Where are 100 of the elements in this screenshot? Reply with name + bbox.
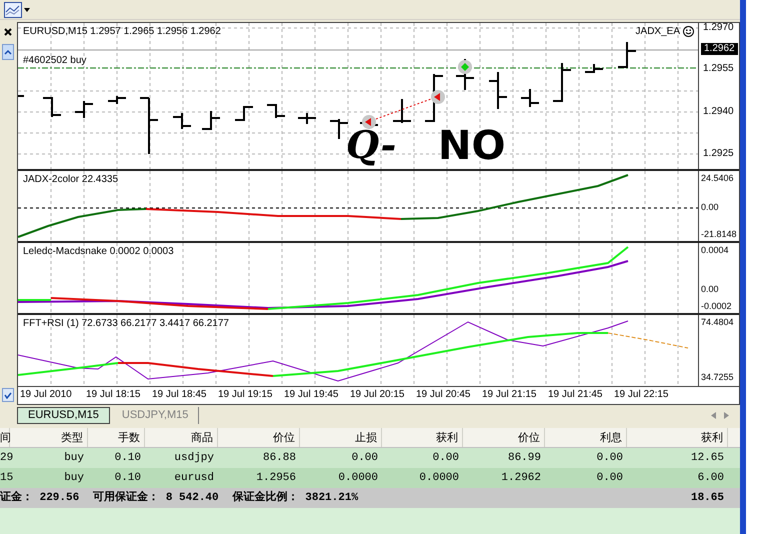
column-header[interactable]: 止损 bbox=[300, 428, 382, 447]
table-cell-text: 29 bbox=[0, 451, 10, 466]
table-cell-text: 15 bbox=[0, 471, 10, 486]
table-cell-text: 1.2962 bbox=[500, 471, 542, 486]
order-row[interactable]: 15 buy 0.10 eurusd 1.2956 0.0000 0.0000 1.2962 0.00 6.00 bbox=[0, 468, 740, 488]
price-label: 1.2925 bbox=[703, 149, 734, 159]
price-bar bbox=[553, 63, 571, 102]
price-bar bbox=[425, 74, 443, 122]
price-bar bbox=[456, 59, 474, 90]
expert-name: JADX_EA bbox=[636, 26, 680, 36]
column-header[interactable]: 商品 bbox=[145, 428, 218, 447]
smiley-icon bbox=[683, 26, 694, 37]
price-bar bbox=[585, 64, 603, 73]
current-price-label: 1.2962 bbox=[701, 43, 738, 55]
time-label: 19 Jul 22:15 bbox=[614, 390, 668, 400]
summary-text: 可用保证金： 8 542.40 bbox=[93, 490, 219, 506]
time-label: 19 Jul 20:45 bbox=[416, 390, 470, 400]
close-icon bbox=[4, 28, 12, 36]
check-icon bbox=[4, 392, 12, 398]
table-cell-text: usdjpy bbox=[173, 451, 215, 466]
time-label: 19 Jul 2010 bbox=[20, 390, 72, 400]
price-label: 1.2955 bbox=[703, 64, 734, 74]
price-bar bbox=[108, 96, 126, 104]
right-arrow-icon bbox=[724, 412, 729, 419]
trade-marker bbox=[431, 90, 445, 104]
caret-icon bbox=[24, 8, 30, 12]
time-label: 19 Jul 20:15 bbox=[350, 390, 404, 400]
price-bar bbox=[140, 97, 158, 154]
scale-label: -0.0002 bbox=[701, 302, 732, 311]
price-label: 1.2940 bbox=[703, 107, 734, 117]
table-cell-text: 0.10 bbox=[114, 451, 142, 466]
table-cell-text: 6.00 bbox=[696, 471, 725, 486]
scale-label: 74.4804 bbox=[701, 318, 734, 327]
table-cell-text: buy bbox=[63, 471, 85, 486]
time-label: 19 Jul 18:15 bbox=[86, 390, 140, 400]
time-label: 19 Jul 21:15 bbox=[482, 390, 536, 400]
close-button[interactable] bbox=[2, 26, 14, 38]
indicator-title: JADX-2color 22.4335 bbox=[23, 175, 118, 185]
table-cell-text: 0.00 bbox=[432, 451, 460, 466]
price-bar bbox=[618, 42, 636, 68]
scale-label: 34.7255 bbox=[701, 373, 734, 382]
order-label: #4602502 buy bbox=[23, 56, 86, 66]
price-bar bbox=[267, 104, 285, 118]
scale-label: 24.5406 bbox=[701, 174, 734, 183]
time-label: 19 Jul 18:45 bbox=[152, 390, 206, 400]
handwritten-note: NO bbox=[438, 126, 506, 166]
trade-line bbox=[376, 98, 432, 120]
handwritten-note: Q- bbox=[346, 126, 396, 164]
price-bar bbox=[43, 97, 61, 117]
column-header[interactable]: 利息 bbox=[545, 428, 627, 447]
time-label: 19 Jul 19:15 bbox=[218, 390, 272, 400]
scale-label: 0.00 bbox=[701, 203, 719, 212]
table-cell-text: 86.99 bbox=[506, 451, 542, 466]
summary-text: 证金： 229.56 bbox=[0, 490, 80, 506]
table-cell-text: eurusd bbox=[173, 471, 215, 486]
column-header[interactable]: 获利 bbox=[627, 428, 728, 447]
column-header[interactable]: 价位 bbox=[463, 428, 545, 447]
price-bar bbox=[75, 101, 93, 118]
price-bar bbox=[202, 111, 220, 130]
column-header[interactable]: 手数 bbox=[88, 428, 145, 447]
table-cell-text: 0.0000 bbox=[418, 471, 460, 486]
table-cell-text: 0.00 bbox=[596, 451, 624, 466]
column-header[interactable]: 间 bbox=[0, 428, 10, 447]
table-cell-text: 12.65 bbox=[690, 451, 725, 466]
summary-text: 保证金比例： 3821.21% bbox=[232, 490, 358, 506]
left-arrow-icon bbox=[711, 412, 716, 419]
table-cell-text: 86.88 bbox=[262, 451, 297, 466]
scale-label: -21.8148 bbox=[701, 230, 737, 239]
table-cell-text: 0.00 bbox=[596, 471, 624, 486]
column-header[interactable]: 获利 bbox=[382, 428, 463, 447]
panel-button[interactable] bbox=[2, 44, 14, 60]
price-label: 1.2970 bbox=[703, 23, 734, 33]
time-label: 19 Jul 21:45 bbox=[548, 390, 602, 400]
price-bar bbox=[330, 119, 348, 139]
chart-tab[interactable]: EURUSD,M15 bbox=[17, 407, 110, 424]
indicator-title: Leledc-Macdsnake 0.0002 0.0003 bbox=[23, 247, 174, 257]
time-label: 19 Jul 19:45 bbox=[284, 390, 338, 400]
chart-type-button[interactable] bbox=[2, 0, 32, 18]
column-header[interactable]: 类型 bbox=[10, 428, 88, 447]
scale-label: 0.0004 bbox=[701, 246, 729, 255]
order-row[interactable]: 29 buy 0.10 usdjpy 86.88 0.00 0.00 86.99 0.00 12.65 bbox=[0, 448, 740, 468]
table-cell-text: 0.0000 bbox=[337, 471, 379, 486]
table-cell-text: 0.10 bbox=[114, 471, 142, 486]
price-bar bbox=[521, 89, 539, 107]
price-bar bbox=[235, 106, 253, 121]
chart-icon bbox=[4, 2, 22, 18]
indicator-title: FFT+RSI (1) 72.6733 66.2177 3.4417 66.2177 bbox=[23, 319, 229, 329]
scale-label: 0.00 bbox=[701, 285, 719, 294]
price-bar bbox=[489, 72, 507, 109]
column-header[interactable]: 价位 bbox=[218, 428, 300, 447]
price-bar bbox=[298, 113, 316, 124]
table-cell-text: buy bbox=[63, 451, 85, 466]
chevron-icon bbox=[4, 49, 12, 55]
price-bar bbox=[173, 113, 191, 129]
table-cell-text: 0.00 bbox=[350, 451, 379, 466]
trade-marker bbox=[458, 60, 472, 74]
symbol-info: EURUSD,M15 1.2957 1.2965 1.2956 1.2962 bbox=[23, 27, 221, 37]
total-profit: 18.65 bbox=[690, 490, 725, 506]
panel-button[interactable] bbox=[2, 388, 14, 402]
price-bar bbox=[393, 99, 411, 123]
